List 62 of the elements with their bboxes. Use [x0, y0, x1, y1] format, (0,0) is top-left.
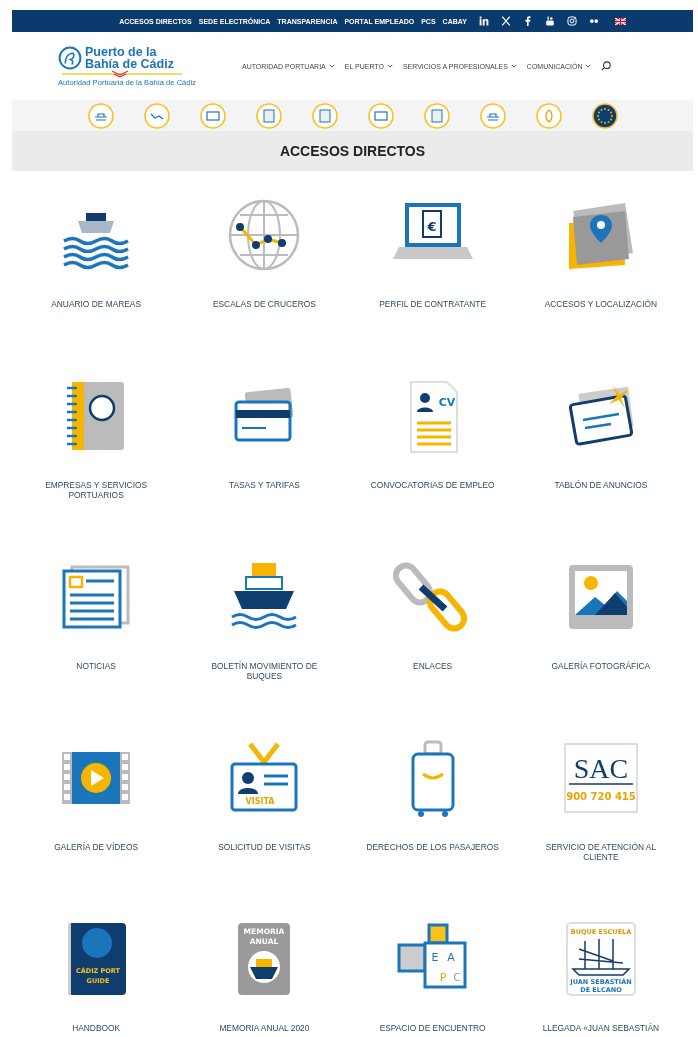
ship-waves-icon[interactable]	[63, 213, 129, 270]
icon-text: €	[427, 219, 437, 234]
icon-text: P	[439, 971, 446, 984]
icon-text: E	[431, 951, 439, 964]
flickr-icon[interactable]	[588, 16, 599, 26]
shortcut-link[interactable]: SERVICIO DE ATENCIÓN AL CLIENTE	[530, 842, 671, 862]
icon-text: VISITA	[245, 797, 275, 806]
document-icon[interactable]	[409, 381, 458, 453]
newspaper-icon[interactable]	[62, 565, 130, 629]
shortcut-link[interactable]: PERFIL DE CONTRATANTE	[379, 299, 487, 309]
note-pin-icon[interactable]	[568, 386, 634, 447]
shortcut-link[interactable]: EMPRESAS Y SERVICIOS PORTUARIOS	[26, 480, 167, 500]
shortcut-link[interactable]: LLEGADA «JUAN SEBASTIÁN	[542, 1023, 660, 1033]
caret-icon	[585, 64, 592, 68]
shortcut-link[interactable]: ANUARIO DE MAREAS	[51, 299, 142, 309]
shortcut-link[interactable]: MEMORIA ANUAL 2020	[219, 1023, 310, 1033]
star-circle-icon[interactable]	[591, 102, 618, 129]
icon-text: C	[452, 971, 461, 984]
icon-text: A	[446, 951, 455, 964]
icon-text: SAC	[573, 753, 629, 784]
shortcut-link[interactable]: TABLÓN DE ANUNCIOS	[554, 480, 648, 490]
instagram-icon[interactable]	[566, 16, 577, 26]
shortcut-link[interactable]: SOLICITUD DE VISITAS	[218, 842, 311, 852]
section-title: ACCESOS DIRECTOS	[279, 143, 426, 159]
id-badge-icon[interactable]	[230, 742, 298, 812]
shortcut-link[interactable]: ENLACES	[413, 661, 453, 671]
squares-logo-icon[interactable]	[397, 923, 467, 989]
caret-icon	[386, 64, 393, 68]
icon-text: 900 720 415	[566, 791, 636, 802]
credit-card-icon[interactable]	[234, 387, 294, 442]
x-icon[interactable]	[500, 16, 511, 26]
icon-text: CV	[438, 396, 455, 409]
caret-icon	[510, 64, 517, 68]
map-pin-icon[interactable]	[568, 203, 633, 269]
shortcut-link[interactable]: HANDBOOK	[72, 1023, 121, 1033]
linkedin-icon[interactable]	[478, 16, 489, 26]
uk-flag-icon[interactable]	[614, 17, 626, 25]
ship-icon[interactable]	[230, 563, 298, 629]
globe-chart-icon[interactable]	[229, 199, 300, 271]
book-ship-icon[interactable]	[238, 923, 291, 995]
shortcut-link[interactable]: GALERÍA DE VÍDEOS	[54, 842, 138, 852]
logo-frame-icon[interactable]	[563, 743, 638, 813]
shortcut-link[interactable]: CONVOCATORIAS DE EMPLEO	[370, 480, 495, 490]
logo-emblem-icon	[58, 45, 82, 70]
search-icon[interactable]	[601, 61, 612, 71]
caret-icon	[328, 64, 335, 68]
shortcut-link[interactable]: GALERÍA FOTOGRÁFICA	[551, 661, 651, 671]
book-globe-icon[interactable]	[68, 923, 127, 995]
shortcut-link[interactable]: DERECHOS DE LOS PASAJEROS	[366, 842, 499, 852]
shortcut-link[interactable]: NOTICIAS	[76, 661, 116, 671]
suitcase-icon[interactable]	[411, 740, 455, 817]
shortcut-link[interactable]: ACCESOS Y LOCALIZACIÓN	[544, 299, 658, 309]
sailing-ship-icon[interactable]	[565, 922, 636, 996]
image-icon[interactable]	[568, 565, 633, 629]
notebook-icon[interactable]	[67, 382, 125, 450]
laptop-icon[interactable]	[392, 203, 473, 259]
shortcut-link[interactable]: ESCALAS DE CRUCEROS	[212, 299, 316, 309]
shortcut-link[interactable]: TASAS Y TARIFAS	[228, 480, 300, 490]
shortcut-link[interactable]: ESPACIO DE ENCUENTRO	[379, 1023, 486, 1033]
video-play-icon[interactable]	[62, 752, 131, 804]
logo-title[interactable]: Puerto de la Bahía de Cádiz	[85, 45, 181, 70]
shortcut-link[interactable]: BOLETÍN MOVIMIENTO DE BUQUES	[194, 661, 335, 681]
